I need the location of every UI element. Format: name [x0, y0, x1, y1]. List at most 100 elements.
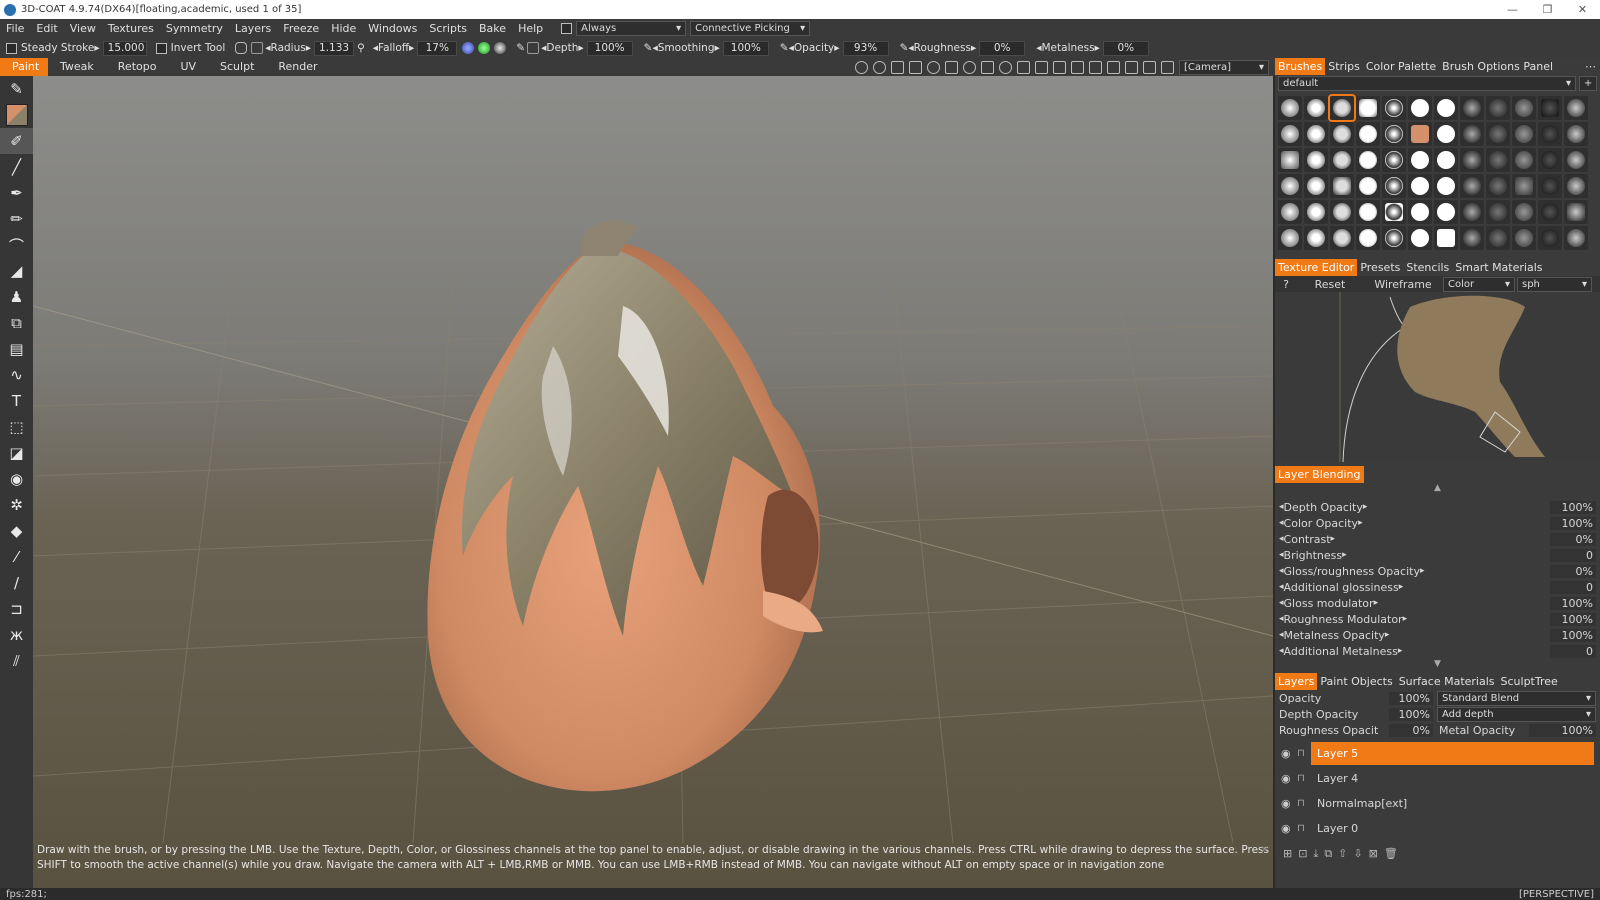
menu-windows[interactable]: Windows: [362, 22, 423, 35]
blending-prop-value[interactable]: 0: [1550, 644, 1596, 658]
brush-cell[interactable]: [1486, 122, 1510, 146]
layer-row[interactable]: ◉ ⊓ Normalmap[ext]: [1275, 791, 1600, 816]
arrow-right-icon[interactable]: ▸: [1398, 646, 1403, 656]
menu-help[interactable]: Help: [512, 22, 549, 35]
zoom-icon[interactable]: [999, 60, 1012, 74]
erase-icon[interactable]: ▤: [0, 336, 33, 362]
layer-row[interactable]: ◉ ⊓ Layer 0: [1275, 816, 1600, 841]
arrow-right-icon[interactable]: ▸: [1358, 518, 1363, 528]
close-icon[interactable]: ✕: [1260, 843, 1269, 858]
close-button[interactable]: ✕: [1565, 3, 1600, 16]
layer-metal-field[interactable]: 100%: [1529, 723, 1596, 737]
magnifier-icon[interactable]: ⚲: [357, 42, 365, 54]
brush-cell[interactable]: [1486, 148, 1510, 172]
texture-icon[interactable]: [909, 60, 922, 74]
folder-icon[interactable]: ⊡: [1298, 847, 1307, 861]
brush-cell[interactable]: [1356, 200, 1380, 224]
brush-cell[interactable]: [1512, 96, 1536, 120]
arrow-right-icon[interactable]: ▸: [1363, 502, 1368, 512]
falloff-field[interactable]: 17%: [417, 40, 458, 56]
steady-stroke-field[interactable]: 15.000: [102, 40, 147, 56]
brush-cell[interactable]: [1564, 96, 1588, 120]
layer-row[interactable]: ◉ ⊓ Layer 5: [1275, 741, 1600, 766]
duplicate-icon[interactable]: ⧉: [1324, 847, 1332, 861]
brush-cell[interactable]: [1356, 122, 1380, 146]
radius-field[interactable]: 1.133: [314, 40, 355, 56]
brush-cell[interactable]: [1278, 200, 1302, 224]
tab-paint-objects[interactable]: Paint Objects: [1317, 673, 1395, 690]
brush-cell[interactable]: [1564, 122, 1588, 146]
arrow-right-icon[interactable]: ▸: [409, 42, 414, 54]
pencil-icon[interactable]: ✎: [780, 42, 789, 54]
brush-cell[interactable]: [1382, 200, 1406, 224]
brush-cell[interactable]: [1330, 122, 1354, 146]
eye-icon[interactable]: ◉: [0, 466, 33, 492]
brush-icon[interactable]: ✎: [0, 76, 33, 102]
brush-cell[interactable]: [1278, 174, 1302, 198]
light-icon[interactable]: [873, 60, 886, 74]
arrow-right-icon[interactable]: ▸: [1385, 630, 1390, 640]
brush-cell[interactable]: [1304, 96, 1328, 120]
lock-icon[interactable]: ⊓: [1297, 773, 1311, 784]
brush-cell[interactable]: [1486, 174, 1510, 198]
eraser2-icon[interactable]: ◆: [0, 518, 33, 544]
channel-dropdown[interactable]: Color ▾: [1443, 276, 1515, 292]
brush-cell[interactable]: [1408, 200, 1432, 224]
frame-icon[interactable]: ⬚: [0, 414, 33, 440]
layer-depth-opacity-field[interactable]: 100%: [1389, 707, 1433, 721]
brush-cell[interactable]: [1382, 148, 1406, 172]
menu-edit[interactable]: Edit: [30, 22, 63, 35]
brush-cell[interactable]: [1434, 200, 1458, 224]
brush-cell[interactable]: [1538, 96, 1562, 120]
tab-presets[interactable]: Presets: [1357, 259, 1403, 276]
clear-icon[interactable]: ⊠: [1369, 847, 1378, 861]
butterfly-icon[interactable]: ж: [0, 622, 33, 648]
brush-cell[interactable]: [1278, 96, 1302, 120]
minimize-button[interactable]: —: [1495, 3, 1530, 16]
layer-name[interactable]: Normalmap[ext]: [1311, 792, 1594, 815]
brush-cell[interactable]: [1434, 174, 1458, 198]
maximize-button[interactable]: ❐: [1530, 3, 1565, 16]
scroll-up-icon[interactable]: ▲: [1275, 483, 1600, 499]
brush-cell[interactable]: [1460, 174, 1484, 198]
tab-stencils[interactable]: Stencils: [1403, 259, 1452, 276]
snap-icon[interactable]: [1053, 60, 1066, 74]
brush-cell[interactable]: [1538, 122, 1562, 146]
brush-cell[interactable]: [1304, 200, 1328, 224]
always-dropdown[interactable]: Always ▾: [576, 21, 687, 36]
line-icon[interactable]: ╱: [0, 154, 33, 180]
tab-smart-materials[interactable]: Smart Materials: [1452, 259, 1545, 276]
add-layer-icon[interactable]: ⊞: [1283, 847, 1292, 861]
menu-view[interactable]: View: [64, 22, 102, 35]
brush-cell[interactable]: [1564, 148, 1588, 172]
scroll-down-icon[interactable]: ▼: [1275, 659, 1600, 673]
paint-brush-icon[interactable]: ✐: [0, 128, 33, 154]
brush-cell[interactable]: [1486, 200, 1510, 224]
arrow-right-icon[interactable]: ▸: [1399, 582, 1404, 592]
brush-cell[interactable]: [1304, 174, 1328, 198]
tab-sculpttree[interactable]: SculptTree: [1498, 673, 1561, 690]
tab-strips[interactable]: Strips: [1325, 58, 1363, 75]
merge-down-icon[interactable]: ⤓: [1313, 847, 1318, 861]
blending-prop-value[interactable]: 100%: [1550, 516, 1596, 530]
gloss-channel-icon[interactable]: [494, 42, 507, 54]
tab-brushes[interactable]: Brushes: [1275, 58, 1326, 75]
brush-cell[interactable]: [1330, 226, 1354, 250]
arrow-right-icon[interactable]: ▸: [1420, 566, 1425, 576]
shading-icon[interactable]: [855, 60, 868, 74]
layer-roughness-field[interactable]: 0%: [1389, 723, 1433, 737]
brush-cell[interactable]: [1564, 200, 1588, 224]
blending-prop-value[interactable]: 0: [1550, 580, 1596, 594]
move-up-icon[interactable]: ⇧: [1338, 847, 1347, 861]
brush-cell[interactable]: [1512, 226, 1536, 250]
brush-cell[interactable]: [1564, 174, 1588, 198]
brush-cell[interactable]: [1382, 122, 1406, 146]
menu-hide[interactable]: Hide: [325, 22, 362, 35]
menu-symmetry[interactable]: Symmetry: [160, 22, 229, 35]
menu-textures[interactable]: Textures: [102, 22, 160, 35]
brush-cell[interactable]: [1434, 226, 1458, 250]
pencil-icon[interactable]: ✎: [644, 42, 653, 54]
brush-cell[interactable]: [1382, 174, 1406, 198]
brush-cell[interactable]: [1460, 226, 1484, 250]
add-preset-button[interactable]: +: [1579, 76, 1597, 91]
